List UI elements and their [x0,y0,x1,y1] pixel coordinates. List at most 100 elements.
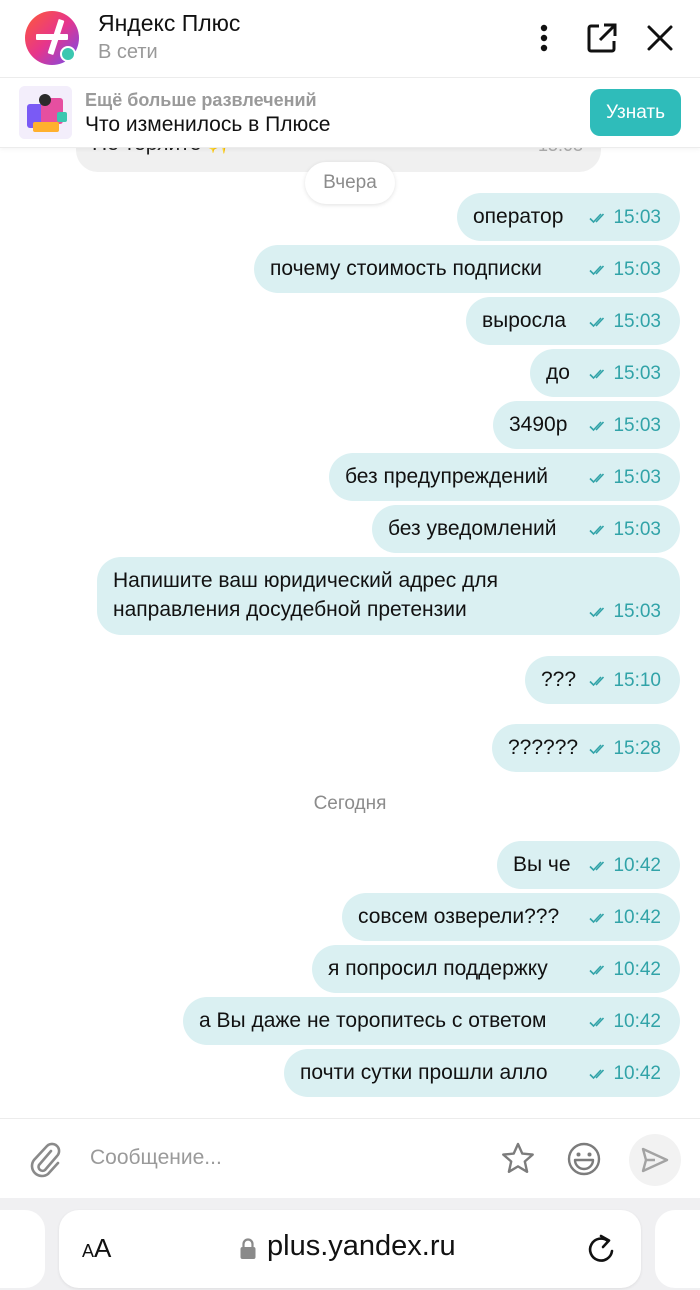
outgoing-message[interactable]: выросла 15:03 [466,297,680,345]
date-separator: Вчера [305,162,395,204]
text-size-small-label: A [82,1241,95,1261]
outgoing-message[interactable]: почему стоимость подписки 15:03 [254,245,680,293]
message-text: Вы че [513,853,571,876]
yandex-plus-avatar[interactable] [25,11,79,65]
message-meta: 15:03 [589,259,661,281]
text-size-button[interactable]: AA [82,1233,111,1264]
open-external-icon [587,23,617,53]
double-check-icon [589,913,605,924]
message-input[interactable] [90,1141,480,1175]
emoji-button[interactable] [564,1139,604,1179]
message-text: без предупреждений [345,465,549,488]
message-text: Не теряйте ✨ [92,148,233,156]
message-meta: 15:03 [589,467,661,489]
message-meta: 15:03 [589,363,661,385]
message-meta: 10:42 [589,959,661,981]
message-text: 3490р [509,413,568,436]
message-composer [0,1118,700,1198]
message-list[interactable]: Не теряйте ✨ 15:03 Вчера оператор 15:03 … [0,148,700,1118]
message-meta: 10:42 [589,1063,661,1085]
message-text: ??? [541,668,577,691]
send-button[interactable] [629,1134,681,1186]
message-time: 10:42 [613,959,661,980]
chat-title: Яндекс Плюс [98,10,241,36]
message-time: 10:42 [613,907,661,928]
learn-more-button[interactable]: Узнать [590,89,681,136]
close-icon [647,25,673,51]
message-meta: 15:10 [589,670,661,692]
double-check-icon [589,473,605,484]
more-button[interactable] [524,17,564,59]
double-check-icon [589,1069,605,1080]
outgoing-message[interactable]: Вы че 10:42 [497,841,680,889]
message-time: 15:03 [613,363,661,384]
message-text: без уведомлений [388,517,557,540]
outgoing-message[interactable]: я попросил поддержку 10:42 [312,945,680,993]
outgoing-message[interactable]: совсем озверели??? 10:42 [342,893,680,941]
outgoing-message[interactable]: оператор 15:03 [457,193,680,241]
outgoing-message[interactable]: 3490р 15:03 [493,401,680,449]
message-text: почему стоимость подписки [270,257,542,280]
promo-banner[interactable]: Ещё больше развлечений Что изменилось в … [0,78,700,148]
double-check-icon [589,744,605,755]
double-check-icon [589,213,605,224]
message-meta: 15:03 [589,601,661,623]
outgoing-message[interactable]: ??? 15:10 [525,656,680,704]
message-time: 15:03 [613,467,661,488]
text-size-big-label: A [94,1233,112,1263]
double-check-icon [589,421,605,432]
message-time: 10:42 [613,1063,661,1084]
message-time: 15:03 [613,601,661,622]
star-icon [502,1142,534,1173]
message-text: я попросил поддержку [328,957,548,980]
double-check-icon [589,265,605,276]
double-check-icon [589,525,605,536]
message-text: оператор [473,205,564,228]
message-text: до [546,361,570,384]
double-check-icon [589,607,605,618]
message-meta: 10:42 [589,907,661,929]
message-time: 10:42 [613,855,661,876]
double-check-icon [589,1017,605,1028]
outgoing-message[interactable]: ?????? 15:28 [492,724,680,772]
message-meta: 15:03 [589,311,661,333]
double-check-icon [589,861,605,872]
address-bar[interactable]: AA plus.yandex.ru [59,1210,641,1288]
browser-toolbar: AA plus.yandex.ru [0,1198,700,1290]
message-time: 15:28 [613,738,661,759]
promo-title: Ещё больше развлечений [85,90,317,110]
outgoing-message[interactable]: Напишите ваш юридический адрес для напра… [97,557,680,635]
message-meta: 15:03 [589,415,661,437]
close-button[interactable] [640,17,680,59]
promo-subtitle: Что изменилось в Плюсе [85,113,331,136]
promo-image [19,86,72,139]
outgoing-message[interactable]: а Вы даже не торопитесь с ответом 10:42 [183,997,680,1045]
next-tab-preview[interactable] [655,1210,700,1288]
message-meta: 15:28 [589,738,661,760]
message-time: 15:10 [613,670,661,691]
message-text-line: Напишите ваш юридический адрес для [113,569,498,592]
message-text: ?????? [508,736,579,759]
outgoing-message[interactable]: почти сутки прошли алло 10:42 [284,1049,680,1097]
message-time: 15:03 [613,311,661,332]
previous-tab-preview[interactable] [0,1210,45,1288]
message-time: 15:03 [538,148,583,156]
message-text: выросла [482,309,567,332]
url-text: plus.yandex.ru [267,1230,456,1262]
outgoing-message[interactable]: без предупреждений 15:03 [329,453,680,501]
message-time: 15:03 [613,519,661,540]
favorite-button[interactable] [498,1139,538,1179]
chat-header: Яндекс Плюс В сети [0,0,700,78]
message-meta: 15:03 [589,519,661,541]
message-time: 15:03 [613,207,661,228]
open-external-button[interactable] [582,17,622,59]
attach-button[interactable] [27,1139,63,1179]
outgoing-message[interactable]: без уведомлений 15:03 [372,505,680,553]
outgoing-message[interactable]: до 15:03 [530,349,680,397]
message-meta: 10:42 [589,855,661,877]
message-meta: 10:42 [589,1011,661,1033]
message-text: а Вы даже не торопитесь с ответом [199,1009,547,1032]
double-check-icon [589,317,605,328]
lock-icon [240,1238,256,1259]
reload-icon[interactable] [586,1232,618,1266]
